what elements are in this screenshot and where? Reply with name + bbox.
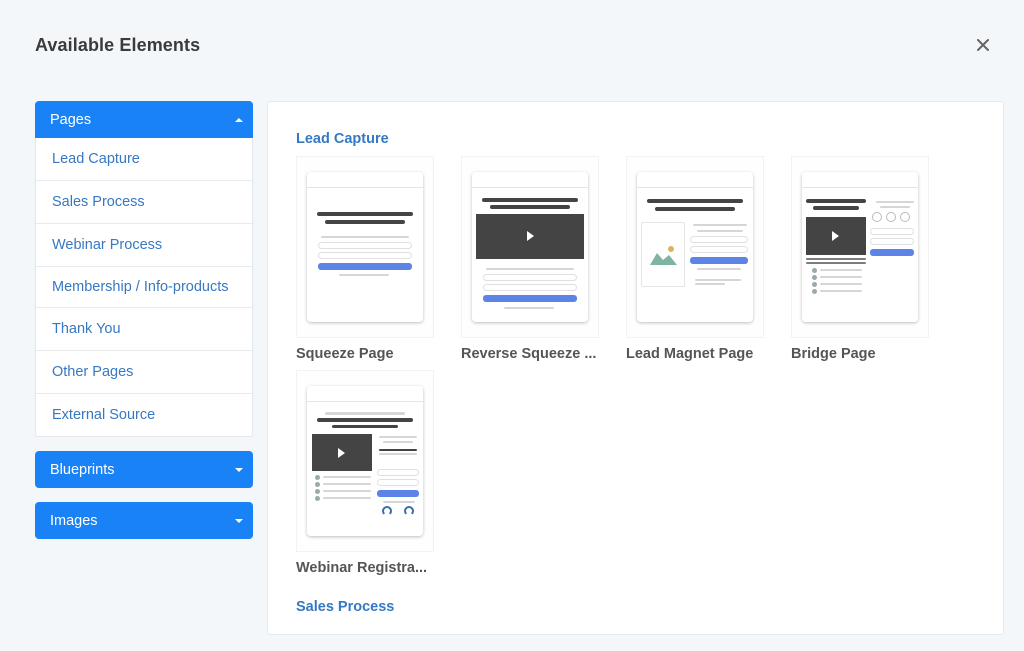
templates-panel: Lead Capture Squeeze Page Reverse Squeez… — [267, 101, 1004, 635]
template-card-webinar-registration[interactable]: Webinar Registra... — [296, 370, 434, 576]
accordion-pages-label: Pages — [50, 111, 92, 128]
template-card-lead-magnet[interactable]: Lead Magnet Page — [626, 156, 764, 362]
image-placeholder-icon — [650, 246, 677, 265]
accordion-images-label: Images — [50, 512, 98, 529]
template-card-bridge-page[interactable]: Bridge Page — [791, 156, 929, 362]
accordion-blueprints-header[interactable]: Blueprints — [35, 451, 253, 488]
close-icon — [977, 39, 989, 51]
caret-down-icon — [235, 467, 243, 472]
pages-list: Lead Capture Sales Process Webinar Proce… — [35, 138, 253, 437]
accordion-pages-header[interactable]: Pages — [35, 101, 253, 138]
template-label: Squeeze Page — [296, 346, 394, 362]
section-title-sales-process: Sales Process — [296, 599, 395, 615]
caret-up-icon — [235, 117, 243, 122]
template-label: Bridge Page — [791, 346, 876, 362]
reverse-squeeze-page-preview — [461, 156, 599, 338]
template-label: Reverse Squeeze ... — [461, 346, 597, 362]
modal-title: Available Elements — [35, 35, 201, 55]
sidebar-item-webinar-process[interactable]: Webinar Process — [36, 224, 252, 267]
template-card-reverse-squeeze[interactable]: Reverse Squeeze ... — [461, 156, 599, 362]
template-label: Lead Magnet Page — [626, 346, 754, 362]
close-button[interactable] — [972, 34, 994, 56]
template-card-squeeze-page[interactable]: Squeeze Page — [296, 156, 434, 362]
sidebar-item-other-pages[interactable]: Other Pages — [36, 351, 252, 394]
sidebar-item-membership[interactable]: Membership / Info-products — [36, 267, 252, 308]
squeeze-page-preview — [296, 156, 434, 338]
accordion-images-header[interactable]: Images — [35, 502, 253, 539]
sidebar-item-thank-you[interactable]: Thank You — [36, 308, 252, 351]
section-title-lead-capture: Lead Capture — [296, 131, 389, 147]
sidebar-item-sales-process[interactable]: Sales Process — [36, 181, 252, 224]
sidebar: Pages Lead Capture Sales Process Webinar… — [35, 101, 253, 539]
sidebar-item-external-source[interactable]: External Source — [36, 394, 252, 436]
accordion-blueprints-label: Blueprints — [50, 461, 115, 478]
sidebar-item-lead-capture[interactable]: Lead Capture — [36, 138, 252, 181]
template-label: Webinar Registra... — [296, 560, 428, 576]
lead-magnet-page-preview — [626, 156, 764, 338]
bridge-page-preview — [791, 156, 929, 338]
caret-down-icon — [235, 518, 243, 523]
webinar-registration-page-preview — [296, 370, 434, 552]
